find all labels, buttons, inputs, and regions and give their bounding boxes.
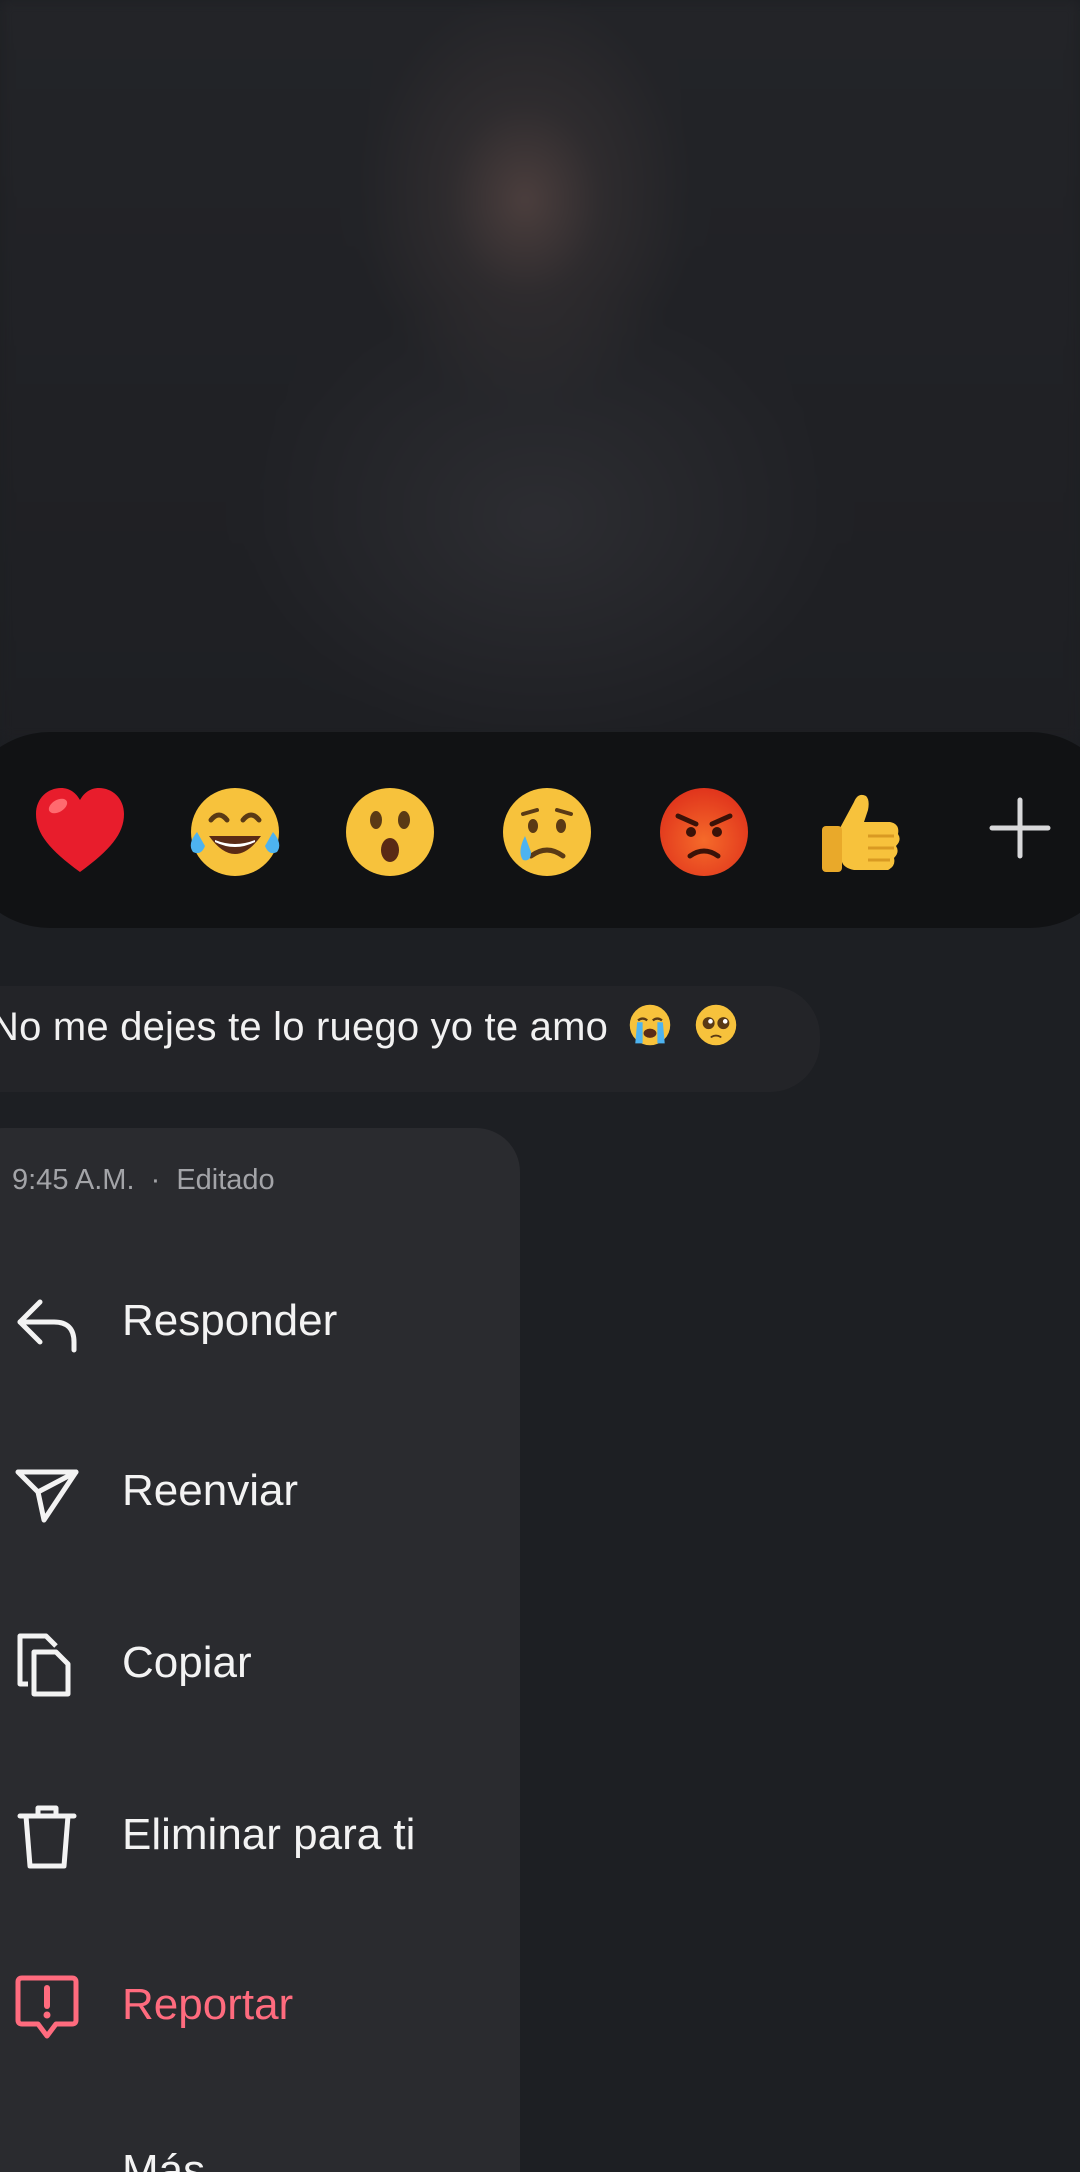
menu-item-label: Reportar [122, 1980, 294, 2029]
menu-item-label: Reenviar [122, 1466, 299, 1515]
blurred-background-photo [0, 0, 1080, 740]
menu-item-more[interactable]: Más [122, 2146, 205, 2172]
menu-item-forward[interactable]: Reenviar [0, 1436, 520, 1546]
pleading-face-emoji [695, 1004, 736, 1046]
crying-face-emoji[interactable] [495, 780, 599, 884]
report-icon [15, 1975, 79, 2039]
tears-of-joy-emoji[interactable] [183, 780, 287, 884]
trash-icon [17, 1805, 77, 1869]
screen: No me dejes te lo ruego yo te amo 9:45 A… [0, 0, 1080, 2172]
menu-item-delete[interactable]: Eliminar para ti [0, 1780, 520, 1890]
reply-icon [17, 1299, 77, 1353]
thumbs-up-emoji[interactable] [808, 780, 912, 884]
menu-item-label: Responder [122, 1296, 338, 1345]
message-time: 9:45 A.M. [12, 1164, 135, 1196]
angry-face-emoji[interactable] [652, 780, 756, 884]
menu-item-reply[interactable]: Responder [0, 1266, 520, 1376]
plus-icon[interactable] [982, 790, 1058, 866]
red-heart-emoji[interactable] [28, 780, 132, 884]
loudly-crying-emoji [630, 1004, 671, 1046]
send-icon [15, 1469, 79, 1523]
message-text: No me dejes te lo ruego yo te amo [0, 1005, 609, 1049]
menu-item-label: Copiar [122, 1638, 252, 1687]
copy-icon [17, 1633, 71, 1697]
message-meta: 9:45 A.M. · Editado [12, 1164, 275, 1197]
edited-status: Editado [176, 1164, 275, 1196]
surprised-face-emoji[interactable] [338, 780, 442, 884]
message-text-line: No me dejes te lo ruego yo te amo [0, 1002, 739, 1050]
meta-separator: · [150, 1164, 161, 1196]
menu-item-copy[interactable]: Copiar [0, 1608, 520, 1718]
menu-item-report[interactable]: Reportar [0, 1950, 520, 2060]
menu-item-label: Eliminar para ti [122, 1810, 416, 1859]
